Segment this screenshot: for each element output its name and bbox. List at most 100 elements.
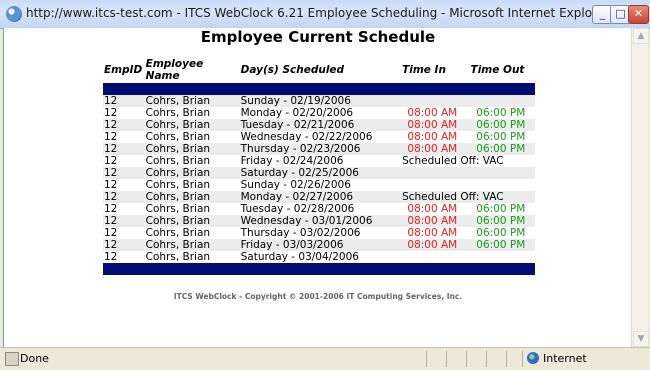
scroll-up-icon[interactable]: ▲ — [633, 28, 649, 44]
cell-time-in: 08:00 AM — [398, 239, 467, 251]
cell-employee-name: Cohrs, Brian — [145, 251, 211, 263]
cell-employee-name: Cohrs, Brian — [145, 155, 211, 167]
col-header-employee-name: Employee Name — [145, 58, 204, 82]
table-row: 12 Cohrs, Brian Tuesday - 02/28/2006 08:00 … — [103, 203, 535, 215]
table-row: 12 Cohrs, Brian Wednesday - 02/22/2006 08:0… — [103, 131, 535, 143]
col-header-days-scheduled: Day(s) Scheduled — [240, 64, 345, 76]
table-header-row: EmpID Employee Name Day(s) Scheduled Tim… — [103, 58, 535, 83]
cell-employee-name: Cohrs, Brian — [145, 119, 241, 131]
status-divider — [522, 351, 523, 367]
schedule-table: EmpID Employee Name Day(s) Scheduled Tim… — [103, 58, 535, 275]
internet-zone-icon — [527, 352, 539, 364]
page-icon — [5, 352, 19, 366]
cell-empid: 12 — [103, 143, 146, 155]
table-row: 12 Cohrs, Brian Saturday - 02/25/2006 — [103, 167, 535, 179]
cell-day: Monday - 02/27/2006 — [240, 191, 399, 203]
cell-day: Saturday - 03/04/2006 — [240, 251, 359, 263]
cell-empid: 12 — [104, 227, 118, 239]
cell-day: Friday - 03/03/2006 — [240, 239, 399, 251]
cell-time-out — [467, 179, 535, 191]
cell-time-in: 08:00 AM — [398, 215, 467, 227]
table-row: 12 Cohrs, Brian Friday - 02/24/2006 Schedul… — [103, 155, 535, 167]
cell-day: Thursday - 03/02/2006 — [240, 227, 361, 239]
title-bar: http://www.itcs-test.com - ITCS WebClock… — [0, 0, 650, 29]
cell-time-out: 06:00 PM — [476, 107, 526, 119]
cell-empid: 12 — [104, 107, 118, 119]
cell-empid: 12 — [103, 95, 146, 107]
cell-time-in: 08:00 AM — [407, 203, 458, 215]
cell-time-out: 06:00 PM — [466, 119, 535, 131]
cell-time-out — [467, 251, 535, 263]
cell-time-in: 08:00 AM — [407, 227, 458, 239]
cell-empid: 12 — [103, 167, 146, 179]
cell-time-in — [398, 167, 467, 179]
page-content: Employee Current Schedule EmpID Employee… — [3, 28, 632, 347]
table-row: 12 Cohrs, Brian Thursday - 03/02/2006 08:00… — [103, 227, 535, 239]
status-divider — [506, 351, 507, 367]
cell-empid: 12 — [103, 239, 146, 251]
status-divider — [446, 351, 447, 367]
cell-day: Tuesday - 02/28/2006 — [240, 203, 355, 215]
table-row: 12 Cohrs, Brian Monday - 02/27/2006 Schedul… — [103, 191, 535, 203]
security-zone-label: Internet — [543, 352, 587, 365]
cell-time-in: 08:00 AM — [407, 131, 458, 143]
table-row: 12 Cohrs, Brian Wednesday - 03/01/2006 08:0… — [103, 215, 535, 227]
cell-time-in — [398, 179, 466, 191]
close-button[interactable]: ✕ — [628, 5, 649, 24]
table-row: 12 Cohrs, Brian Sunday - 02/26/2006 — [103, 179, 535, 191]
table-row: 12 Cohrs, Brian Sunday - 02/19/2006 — [103, 95, 535, 107]
vertical-scrollbar[interactable]: ▲ ▼ — [631, 28, 649, 347]
cell-empid: 12 — [104, 179, 118, 191]
cell-employee-name: Cohrs, Brian — [145, 215, 241, 227]
cell-empid: 12 — [103, 191, 146, 203]
cell-employee-name: Cohrs, Brian — [145, 179, 211, 191]
footer-divider-bar — [103, 263, 535, 275]
cell-time-in: 08:00 AM — [398, 119, 467, 131]
cell-day: Sunday - 02/19/2006 — [240, 95, 399, 107]
cell-time-out — [466, 95, 535, 107]
page-title: Employee Current Schedule — [200, 28, 436, 46]
cell-time-out: 06:00 PM — [476, 131, 526, 143]
cell-employee-name: Cohrs, Brian — [145, 191, 241, 203]
cell-time-in: 08:00 AM — [398, 143, 467, 155]
status-divider — [466, 351, 467, 367]
cell-empid: 12 — [104, 131, 118, 143]
table-row: 12 Cohrs, Brian Tuesday - 02/21/2006 08:00 … — [103, 119, 535, 131]
header-divider-bar — [103, 83, 535, 95]
status-divider — [486, 351, 487, 367]
browser-window: http://www.itcs-test.com - ITCS WebClock… — [0, 0, 650, 370]
table-row: 12 Cohrs, Brian Friday - 03/03/2006 08:00 A… — [103, 239, 535, 251]
cell-empid: 12 — [104, 203, 118, 215]
status-divider — [426, 351, 427, 367]
scroll-down-icon[interactable]: ▼ — [633, 331, 649, 347]
table-row: 12 Cohrs, Brian Saturday - 03/04/2006 — [103, 251, 535, 263]
internet-explorer-icon — [6, 6, 22, 22]
cell-empid: 12 — [104, 155, 118, 167]
cell-empid: 12 — [103, 215, 146, 227]
cell-employee-name: Cohrs, Brian — [145, 95, 241, 107]
cell-day: Sunday - 02/26/2006 — [240, 179, 351, 191]
copyright-footer: ITCS WebClock - Copyright © 2001-2006 IT… — [173, 292, 463, 301]
cell-employee-name: Cohrs, Brian — [145, 239, 241, 251]
cell-time-out: 06:00 PM — [466, 143, 535, 155]
cell-time-in: 08:00 AM — [407, 107, 458, 119]
cell-employee-name: Cohrs, Brian — [145, 203, 211, 215]
col-header-time-out: Time Out — [470, 64, 525, 76]
cell-day: Saturday - 02/25/2006 — [240, 167, 399, 179]
cell-day: Wednesday - 02/22/2006 — [240, 131, 373, 143]
cell-day: Wednesday - 03/01/2006 — [240, 215, 399, 227]
cell-time-out: 06:00 PM — [476, 227, 526, 239]
cell-employee-name: Cohrs, Brian — [145, 143, 241, 155]
cell-day: Monday - 02/20/2006 — [240, 107, 354, 119]
cell-time-in — [398, 95, 467, 107]
table-row: 12 Cohrs, Brian Thursday - 02/23/2006 08:00… — [103, 143, 535, 155]
cell-employee-name: Cohrs, Brian — [145, 227, 211, 239]
cell-schedule-note: Scheduled Off: VAC — [398, 191, 535, 203]
status-text: Done — [20, 352, 49, 365]
cell-day: Thursday - 02/23/2006 — [240, 143, 399, 155]
cell-empid: 12 — [103, 119, 146, 131]
col-header-empid: EmpID — [104, 64, 143, 76]
cell-empid: 12 — [104, 251, 118, 263]
status-bar: Done Internet — [0, 347, 650, 370]
table-row: 12 Cohrs, Brian Monday - 02/20/2006 08:00 A… — [103, 107, 535, 119]
